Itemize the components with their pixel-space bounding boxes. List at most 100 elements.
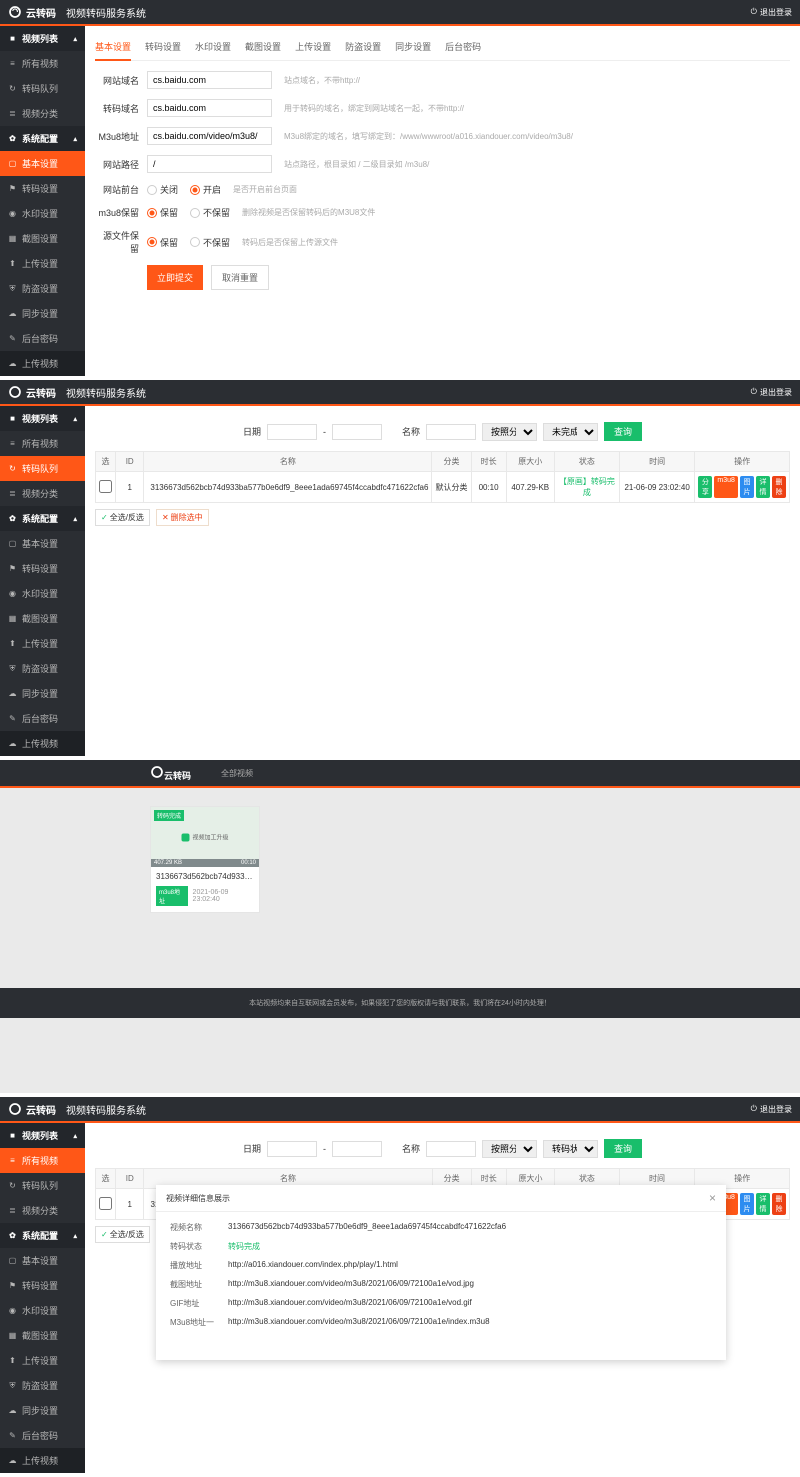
input-date-from[interactable] [267, 1141, 317, 1157]
delete-selected-button[interactable]: ✕删除选中 [156, 509, 209, 526]
sidebar-item-shot[interactable]: ▦截图设置 [0, 606, 85, 631]
input-m3u8[interactable] [147, 127, 272, 145]
input-trans-domain[interactable] [147, 99, 272, 117]
input-site-domain[interactable] [147, 71, 272, 89]
op-del[interactable]: 删除 [772, 476, 786, 498]
query-button[interactable]: 查询 [604, 1139, 642, 1158]
sidebar-item-basic[interactable]: ▢基本设置 [0, 151, 85, 176]
query-button[interactable]: 查询 [604, 422, 642, 441]
sidebar-item-queue[interactable]: ↻转码队列 [0, 456, 85, 481]
logout-button[interactable]: ⏻ 退出登录 [751, 7, 792, 18]
card-title: 3136673d562bcb74d933ba5... [151, 867, 259, 883]
select-category[interactable]: 按照分类 [482, 423, 537, 441]
sidebar-item-sync[interactable]: ☁同步设置 [0, 1398, 85, 1423]
radio-frontend-on[interactable]: 开启 [190, 183, 221, 196]
video-card[interactable]: 转码完成 视频加工升级 407.29 KB00:10 3136673d562bc… [150, 806, 260, 913]
sidebar-item-cat[interactable]: ≣视频分类 [0, 481, 85, 506]
m3u8-badge[interactable]: m3u8地址 [156, 886, 188, 906]
row-checkbox[interactable] [99, 480, 112, 493]
op-m3u8[interactable]: m3u8 [714, 476, 738, 498]
select-status[interactable]: 未完成 [543, 423, 598, 441]
sidebar-item-upload-video[interactable]: ☁上传视频 [0, 351, 85, 376]
cloud-up-icon: ☁ [8, 359, 17, 368]
sidebar-item-upload-video[interactable]: ☁上传视频 [0, 731, 85, 756]
tab-shot[interactable]: 截图设置 [245, 36, 281, 60]
input-date-to[interactable] [332, 424, 382, 440]
input-date-to[interactable] [332, 1141, 382, 1157]
hint: 是否开启前台页面 [233, 184, 297, 195]
radio-m3u8-keep[interactable]: 保留 [147, 206, 178, 219]
sidebar-item-wm[interactable]: ◉水印设置 [0, 1298, 85, 1323]
sidebar-item-basic[interactable]: ▢基本设置 [0, 531, 85, 556]
radio-src-del[interactable]: 不保留 [190, 236, 230, 249]
sidebar-item-sync[interactable]: ☁同步设置 [0, 301, 85, 326]
sidebar-item-all[interactable]: ≡所有视频 [0, 1148, 85, 1173]
sidebar-item-all[interactable]: ≡所有视频 [0, 431, 85, 456]
sidebar-item-queue[interactable]: ↻转码队列 [0, 1173, 85, 1198]
logout-button[interactable]: ⏻退出登录 [751, 387, 792, 398]
sidebar-group-config[interactable]: ✿系统配置▴ [0, 1223, 85, 1248]
sidebar-item-shot[interactable]: ▦截图设置 [0, 226, 85, 251]
input-date-from[interactable] [267, 424, 317, 440]
op-pic[interactable]: 图片 [740, 476, 754, 498]
radio-m3u8-del[interactable]: 不保留 [190, 206, 230, 219]
menu-all-videos[interactable]: 全部视频 [221, 768, 253, 779]
op-detail[interactable]: 详情 [756, 1193, 770, 1215]
tab-pwd[interactable]: 后台密码 [445, 36, 481, 60]
radio-frontend-off[interactable]: 关闭 [147, 183, 178, 196]
sidebar-item-wm[interactable]: ◉水印设置 [0, 581, 85, 606]
sidebar-item-trans[interactable]: ⚑转码设置 [0, 1273, 85, 1298]
sidebar-item-basic[interactable]: ▢基本设置 [0, 1248, 85, 1273]
tab-anti[interactable]: 防盗设置 [345, 36, 381, 60]
tab-trans[interactable]: 转码设置 [145, 36, 181, 60]
sidebar-item-trans[interactable]: ⚑转码设置 [0, 176, 85, 201]
sidebar-group-videos[interactable]: ■视频列表▴ [0, 406, 85, 431]
sidebar-item-upload[interactable]: ⬆上传设置 [0, 1348, 85, 1373]
select-all-button[interactable]: ✓全选/反选 [95, 509, 150, 526]
close-icon[interactable]: × [709, 1191, 716, 1205]
input-name[interactable] [426, 1141, 476, 1157]
video-icon: ■ [8, 34, 17, 43]
sidebar-item-upload-video[interactable]: ☁上传视频 [0, 1448, 85, 1473]
sidebar-item-cat[interactable]: ≣视频分类 [0, 101, 85, 126]
input-path[interactable] [147, 155, 272, 173]
sidebar-item-pwd[interactable]: ✎后台密码 [0, 706, 85, 731]
logout-button[interactable]: ⏻退出登录 [751, 1104, 792, 1115]
sidebar-item-all[interactable]: ≡所有视频 [0, 51, 85, 76]
select-category[interactable]: 按照分类 [482, 1140, 537, 1158]
sidebar-item-pwd[interactable]: ✎后台密码 [0, 1423, 85, 1448]
input-name[interactable] [426, 424, 476, 440]
reset-button[interactable]: 取消重置 [211, 265, 269, 290]
select-all-button[interactable]: ✓全选/反选 [95, 1226, 150, 1243]
row-checkbox[interactable] [99, 1197, 112, 1210]
op-del[interactable]: 删除 [772, 1193, 786, 1215]
sidebar-group-config[interactable]: ✿系统配置 ▴ [0, 126, 85, 151]
sidebar-item-pwd[interactable]: ✎后台密码 [0, 326, 85, 351]
sidebar-item-sync[interactable]: ☁同步设置 [0, 681, 85, 706]
select-status[interactable]: 转码状态 [543, 1140, 598, 1158]
sidebar-item-trans[interactable]: ⚑转码设置 [0, 556, 85, 581]
submit-button[interactable]: 立即提交 [147, 265, 203, 290]
sidebar-item-anti[interactable]: ⛨防盗设置 [0, 276, 85, 301]
tab-wm[interactable]: 水印设置 [195, 36, 231, 60]
sidebar-item-queue[interactable]: ↻转码队列 [0, 76, 85, 101]
sidebar-item-upload[interactable]: ⬆上传设置 [0, 251, 85, 276]
sidebar-group-videos[interactable]: ■视频列表▴ [0, 1123, 85, 1148]
tab-upload[interactable]: 上传设置 [295, 36, 331, 60]
sidebar-item-cat[interactable]: ≣视频分类 [0, 1198, 85, 1223]
sidebar-group-videos[interactable]: ■视频列表 ▴ [0, 26, 85, 51]
hint: 删除视频是否保留转码后的M3U8文件 [242, 207, 375, 218]
tab-sync[interactable]: 同步设置 [395, 36, 431, 60]
filter-toolbar: 日期 - 名称 按照分类 未完成 查询 [95, 416, 790, 451]
sidebar-group-config[interactable]: ✿系统配置▴ [0, 506, 85, 531]
sidebar-item-anti[interactable]: ⛨防盗设置 [0, 656, 85, 681]
tab-basic[interactable]: 基本设置 [95, 36, 131, 61]
sidebar-item-upload[interactable]: ⬆上传设置 [0, 631, 85, 656]
sidebar-item-wm[interactable]: ◉水印设置 [0, 201, 85, 226]
op-share[interactable]: 分享 [698, 476, 712, 498]
sidebar-item-anti[interactable]: ⛨防盗设置 [0, 1373, 85, 1398]
radio-src-keep[interactable]: 保留 [147, 236, 178, 249]
op-detail[interactable]: 详情 [756, 476, 770, 498]
op-pic[interactable]: 图片 [740, 1193, 754, 1215]
sidebar-item-shot[interactable]: ▦截图设置 [0, 1323, 85, 1348]
